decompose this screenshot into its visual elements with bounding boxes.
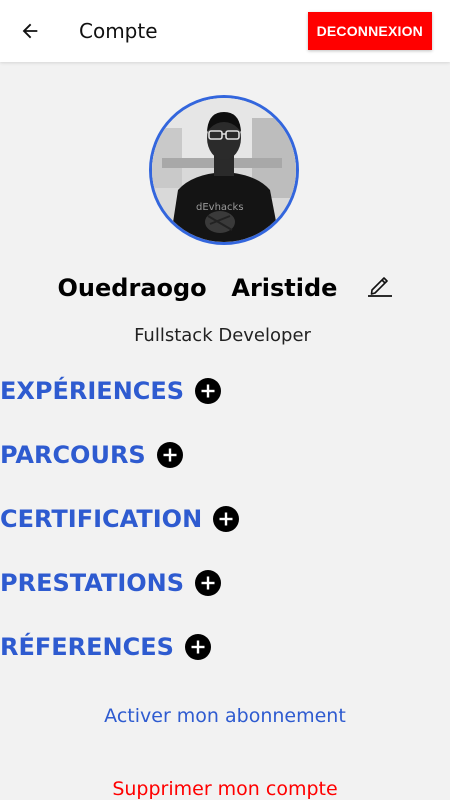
back-button[interactable]	[14, 15, 46, 47]
section-parcours: PARCOURS	[0, 437, 184, 473]
add-reference-button[interactable]	[184, 633, 212, 661]
account-screen: Compte DECONNEXION dEvhacks Ouedraogo Ar…	[0, 0, 450, 800]
add-circle-icon	[213, 506, 240, 532]
add-circle-icon	[195, 570, 222, 596]
add-parcours-button[interactable]	[156, 441, 184, 469]
add-circle-icon	[184, 634, 211, 660]
section-prestations: PRESTATIONS	[0, 565, 222, 601]
page-title: Compte	[79, 19, 158, 43]
profile-role: Fullstack Developer	[134, 325, 311, 346]
app-bar: Compte DECONNEXION	[0, 0, 450, 62]
section-experiences: EXPÉRIENCES	[0, 373, 222, 409]
profile-name: Ouedraogo Aristide	[57, 274, 338, 302]
section-references: RÉFERENCES	[0, 629, 212, 665]
logout-button[interactable]: DECONNEXION	[307, 12, 432, 50]
edit-profile-button[interactable]	[365, 270, 395, 300]
pencil-icon	[368, 277, 392, 297]
delete-account-link[interactable]: Supprimer mon compte	[0, 778, 450, 800]
section-title: PARCOURS	[0, 441, 146, 469]
add-experience-button[interactable]	[194, 377, 222, 405]
add-circle-icon	[156, 442, 183, 468]
add-certification-button[interactable]	[212, 505, 240, 533]
section-title: PRESTATIONS	[0, 569, 185, 597]
section-title: EXPÉRIENCES	[0, 377, 185, 405]
profile-name-row: Ouedraogo Aristide	[0, 270, 450, 310]
add-circle-icon	[195, 378, 222, 404]
section-title: RÉFERENCES	[0, 633, 174, 661]
add-prestation-button[interactable]	[194, 569, 222, 597]
profile-photo: dEvhacks	[152, 98, 296, 242]
avatar[interactable]: dEvhacks	[149, 95, 299, 245]
section-certification: CERTIFICATION	[0, 501, 240, 537]
activate-subscription-link[interactable]: Activer mon abonnement	[0, 705, 450, 727]
section-title: CERTIFICATION	[0, 505, 203, 533]
arrow-left-icon	[22, 23, 38, 39]
